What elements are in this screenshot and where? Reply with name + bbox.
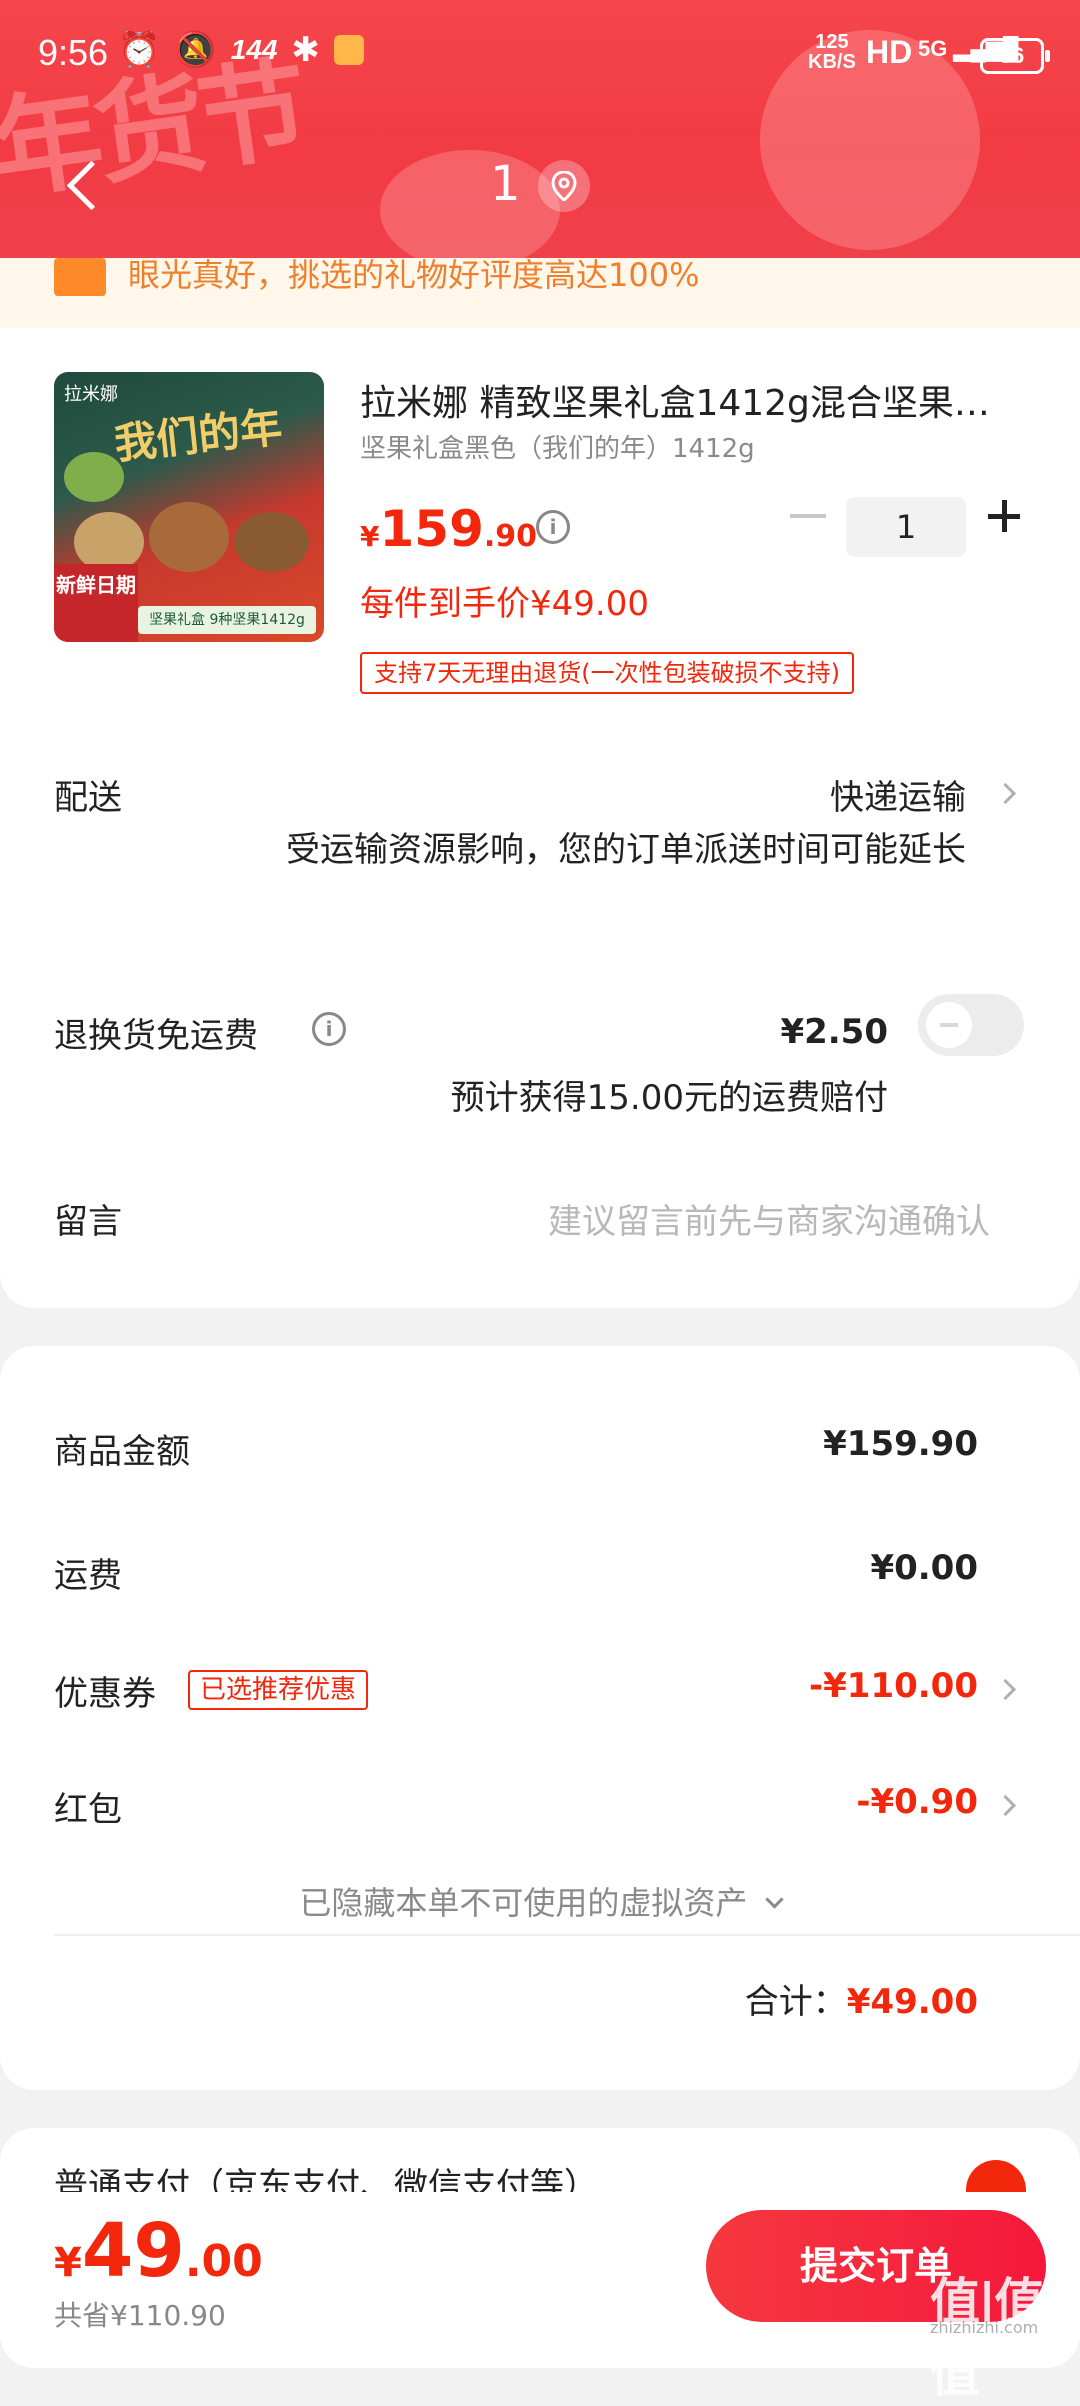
coupon-tag: 已选推荐优惠 [188,1670,369,1710]
hidden-assets-text: 已隐藏本单不可使用的虚拟资产 [299,1884,748,1922]
return-insurance-price: ¥2.50 [780,1012,888,1052]
app-notification-icon [333,35,364,65]
network-speed: 125 KB/S [808,32,856,72]
mute-icon: 🔕 [174,31,217,69]
total-label: 合计： [744,1982,847,2022]
coupon-label: 优惠券 [54,1674,156,1714]
thumb-brand: 拉米娜 [64,384,118,405]
coupon-value[interactable]: -¥110.00 [809,1666,978,1706]
net-speed-unit: KB/S [808,51,856,73]
watermark-domain: zhizhizhi.com [930,2318,1039,2337]
refresh-rate: 144 [230,34,278,65]
delivery-method[interactable]: 快递运输 [830,770,966,819]
product-price: ¥159.90 [360,500,537,558]
nut-bowl-image [64,452,124,502]
back-button[interactable] [56,150,116,220]
price-info-icon[interactable]: i [536,510,570,544]
shipping-value: ¥0.00 [870,1548,978,1588]
gift-icon [54,258,106,296]
hd-indicator: HD [866,34,913,70]
redpack-label: 红包 [54,1790,122,1830]
return-insurance-info-icon[interactable]: i [312,1012,346,1046]
quantity-plus-button[interactable] [988,496,1028,536]
message-label: 留言 [54,1202,122,1242]
thumb-band: 坚果礼盒 9种坚果1412g [138,606,316,634]
thumb-title: 我们的年 [112,402,285,469]
bottom-total-price: ¥49.00 [54,2208,263,2294]
location-pin-icon[interactable] [538,160,590,212]
return-insurance-label: 退换货免运费 [54,1016,258,1056]
price-integer: 159 [379,500,484,558]
return-insurance-toggle[interactable] [918,994,1024,1056]
battery-icon: 36 [980,38,1050,74]
notice-text: 眼光真好，挑选的礼物好评度高达100% [128,258,700,294]
redpack-value[interactable]: -¥0.90 [856,1782,978,1822]
goods-amount-value: ¥159.90 [823,1424,978,1464]
bottom-total-integer: 49 [81,2208,185,2294]
shipping-label: 运费 [54,1556,122,1596]
return-policy-tag: 支持7天无理由退货(一次性包装破损不支持) [360,652,854,694]
hidden-assets-toggle[interactable]: 已隐藏本单不可使用的虚拟资产 [0,1878,1080,1924]
gift-notice-bar: 眼光真好，挑选的礼物好评度高达100% [0,258,1080,328]
nut-bowl-image [149,502,229,572]
delivery-delay-note: 受运输资源影响，您的订单派送时间可能延长 [286,830,966,870]
chevron-down-icon [764,1890,784,1909]
message-input[interactable]: 建议留言前先与商家沟通确认 [548,1194,990,1243]
status-icons: ⏰ 🔕 144 ✱ [118,30,364,70]
nav-bar: 1 [0,130,1080,240]
product-image[interactable]: 拉米娜 我们的年 新鲜日期 坚果礼盒 9种坚果1412g [54,372,324,642]
quantity-input[interactable]: 1 [846,497,966,557]
goods-amount-label: 商品金额 [54,1432,190,1472]
bottom-currency: ¥ [54,2240,82,2286]
nut-bowl-image [74,512,144,572]
status-bar: 9:56 ⏰ 🔕 144 ✱ 125 KB/S HD 5G ▂▄▆█ 36 [0,0,1080,110]
bottom-total-decimal: .00 [184,2236,263,2287]
saved-amount: 共省¥110.90 [54,2299,226,2332]
price-decimal: .90 [483,519,538,554]
unit-final-price: 每件到手价¥49.00 [360,584,649,624]
bluetooth-icon: ✱ [291,31,320,69]
price-currency: ¥ [360,520,380,553]
status-time: 9:56 [38,32,109,73]
total-value: ¥49.00 [846,1982,978,2022]
product-spec[interactable]: 坚果礼盒黑色（我们的年）1412g [360,428,755,465]
toggle-knob [926,1002,972,1048]
alarm-icon: ⏰ [118,31,161,69]
total-row: 合计：¥49.00 [745,1974,978,2023]
product-title[interactable]: 拉米娜 精致坚果礼盒1412g混合坚果… [360,374,1020,426]
thumb-fresh-tag: 新鲜日期 [54,564,138,642]
summary-divider [54,1934,1080,1936]
nut-bowl-image [234,512,309,572]
address-label[interactable]: 1 [490,156,521,212]
page-header: 年货节 9:56 ⏰ 🔕 144 ✱ 125 KB/S HD 5G ▂▄▆█ 3… [0,0,1080,258]
quantity-minus-button[interactable] [790,514,826,518]
network-type: 5G [918,36,948,61]
delivery-label: 配送 [54,778,122,818]
return-insurance-note: 预计获得15.00元的运费赔付 [450,1078,888,1118]
net-speed-value: 125 [815,31,849,53]
